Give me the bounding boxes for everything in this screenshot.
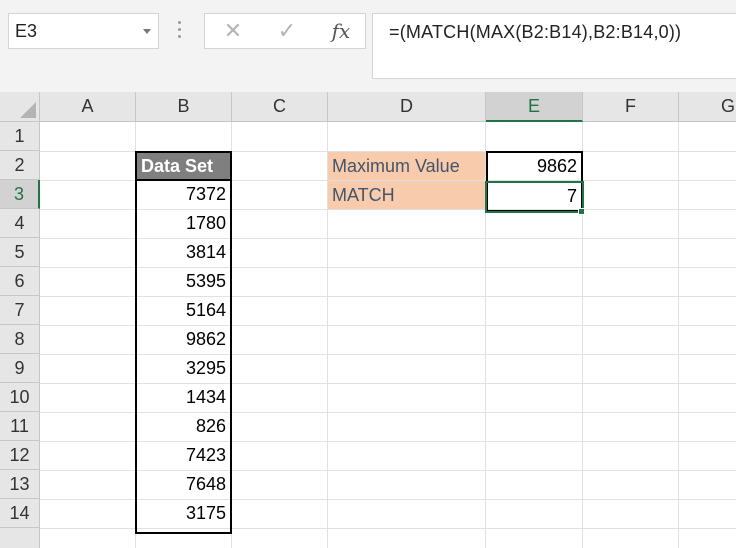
chevron-down-icon[interactable] <box>143 29 151 34</box>
row-header-4[interactable]: 4 <box>0 209 40 238</box>
data-cell-b6[interactable]: 5395 <box>137 267 230 296</box>
data-cell-b8[interactable]: 9862 <box>137 325 230 354</box>
name-box[interactable]: E3 <box>8 13 159 49</box>
data-cell-b9[interactable]: 3295 <box>137 354 230 383</box>
data-cell-b12[interactable]: 7423 <box>137 441 230 470</box>
row-header-6[interactable]: 6 <box>0 267 40 296</box>
worksheet-grid[interactable]: A B C D E F G 1 2 3 4 5 6 7 8 9 10 11 12… <box>0 92 736 548</box>
match-label[interactable]: MATCH <box>328 181 485 209</box>
active-cell-selection <box>485 181 584 213</box>
data-cell-b5[interactable]: 3814 <box>137 238 230 267</box>
maximum-value-label[interactable]: Maximum Value <box>328 152 485 180</box>
row-header-13[interactable]: 13 <box>0 470 40 499</box>
maximum-value-cell[interactable]: 9862 <box>488 152 581 180</box>
column-header-e[interactable]: E <box>486 92 583 122</box>
column-header-b[interactable]: B <box>136 92 232 122</box>
data-cell-b3[interactable]: 7372 <box>137 180 230 209</box>
row-header-10[interactable]: 10 <box>0 383 40 412</box>
data-set-header[interactable]: Data Set <box>135 151 232 181</box>
row-header-7[interactable]: 7 <box>0 296 40 325</box>
row-header-11[interactable]: 11 <box>0 412 40 441</box>
formula-text: =(MATCH(MAX(B2:B14),B2:B14,0)) <box>389 22 682 42</box>
enter-icon[interactable]: ✓ <box>267 14 307 48</box>
data-cell-b14[interactable]: 3175 <box>137 499 230 528</box>
column-header-d[interactable]: D <box>328 92 486 122</box>
data-cell-b4[interactable]: 1780 <box>137 209 230 238</box>
column-header-g[interactable]: G <box>679 92 736 122</box>
drag-handle-icon[interactable] <box>178 18 182 44</box>
data-cell-b10[interactable]: 1434 <box>137 383 230 412</box>
gridline <box>678 122 679 548</box>
row-header-1[interactable]: 1 <box>0 122 40 151</box>
row-header-2[interactable]: 2 <box>0 151 40 180</box>
row-header-8[interactable]: 8 <box>0 325 40 354</box>
row-header-9[interactable]: 9 <box>0 354 40 383</box>
insert-function-icon[interactable]: fx <box>321 14 361 48</box>
formula-input[interactable]: =(MATCH(MAX(B2:B14),B2:B14,0)) <box>372 13 736 79</box>
row-header-3[interactable]: 3 <box>0 180 40 209</box>
select-all-icon <box>20 102 36 118</box>
data-cell-b7[interactable]: 5164 <box>137 296 230 325</box>
select-all-button[interactable] <box>0 92 40 122</box>
formula-bar-area: E3 ✕ ✓ fx =(MATCH(MAX(B2:B14),B2:B14,0)) <box>0 0 736 92</box>
row-header-15[interactable] <box>0 528 40 548</box>
column-header-c[interactable]: C <box>232 92 328 122</box>
formula-buttons: ✕ ✓ fx <box>204 13 366 49</box>
column-header-a[interactable]: A <box>40 92 136 122</box>
row-header-5[interactable]: 5 <box>0 238 40 267</box>
row-header-12[interactable]: 12 <box>0 441 40 470</box>
column-header-f[interactable]: F <box>583 92 679 122</box>
data-cell-b11[interactable]: 826 <box>137 412 230 441</box>
name-box-value: E3 <box>15 21 38 41</box>
row-header-14[interactable]: 14 <box>0 499 40 528</box>
fill-handle[interactable] <box>578 208 585 215</box>
data-cell-b13[interactable]: 7648 <box>137 470 230 499</box>
cancel-icon[interactable]: ✕ <box>213 14 253 48</box>
